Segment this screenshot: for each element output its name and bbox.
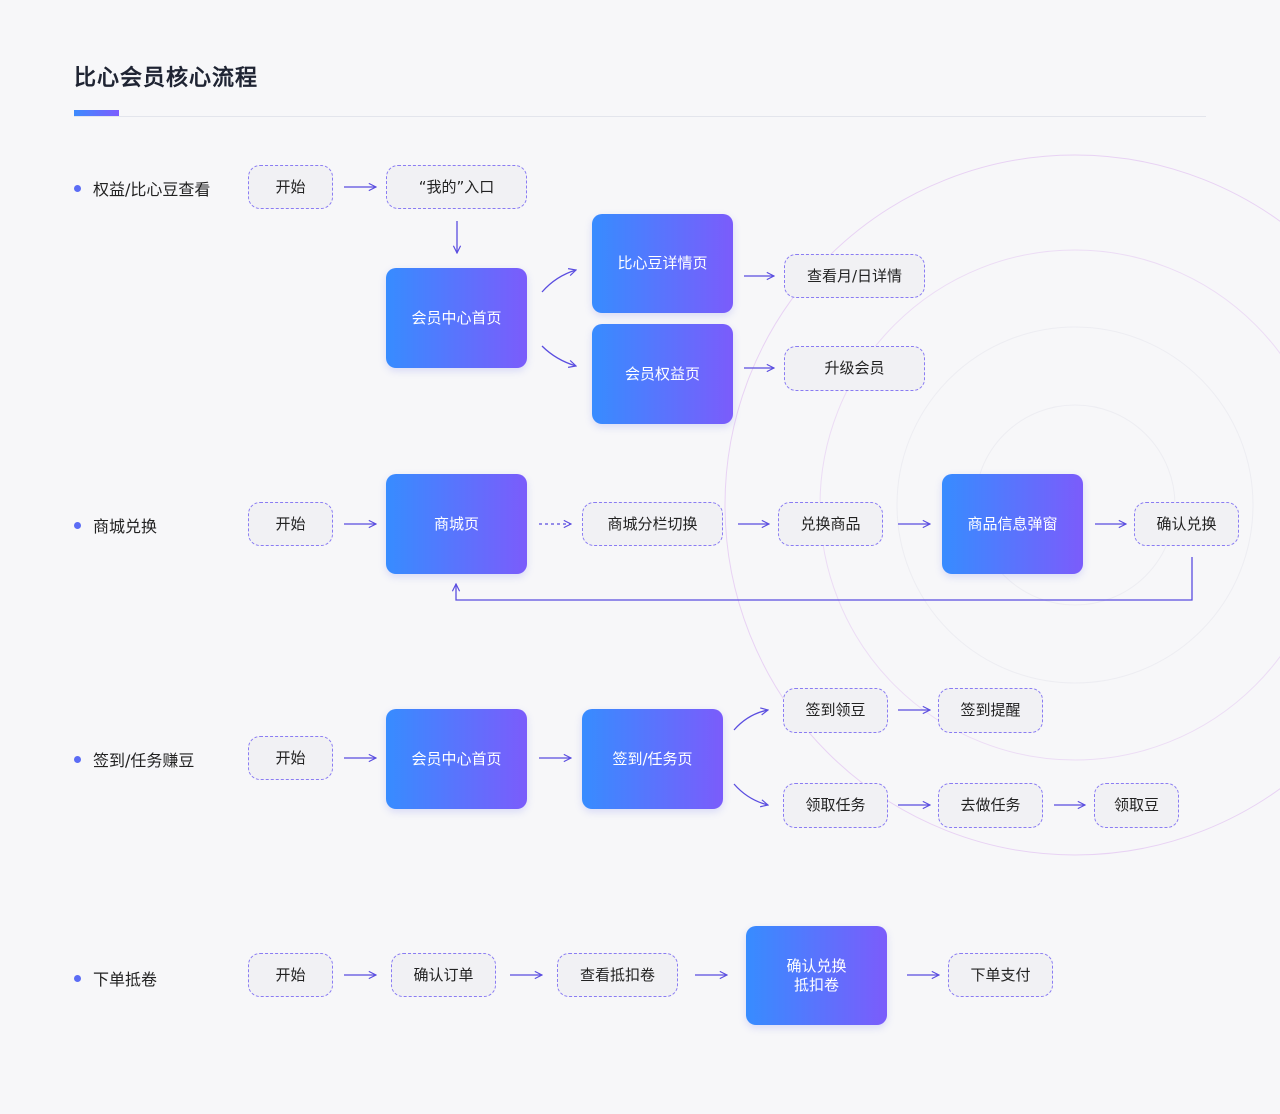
node-r3-start: 开始 [248,736,333,780]
arrow-r1-home-rights [541,345,576,366]
node-r2-mall-page: 商城页 [386,474,527,574]
node-r3-sign-remind: 签到提醒 [938,688,1043,733]
node-r4-confirm-coupon: 确认兑换 抵扣卷 [746,926,887,1025]
node-r2-exchange-goods: 兑换商品 [778,502,883,546]
node-r2-goods-popup: 商品信息弹窗 [942,474,1083,574]
node-r1-my-entry: “我的”入口 [386,165,527,209]
node-r2-confirm-exchange: 确认兑换 [1134,502,1239,546]
node-r3-get-bean: 领取豆 [1094,783,1179,828]
arrow-r3-sign-gettask [733,783,768,805]
node-r3-sign-bean: 签到领豆 [783,688,888,733]
node-r3-get-task: 领取任务 [783,783,888,828]
node-r4-confirm-order: 确认订单 [391,953,496,997]
node-r4-view-coupon: 查看抵扣卷 [557,953,678,997]
flow-connectors [344,0,1193,1114]
node-r1-member-rights: 会员权益页 [592,324,733,424]
arrow-r1-home-detail [541,270,576,293]
node-r3-sign-task-page: 签到/任务页 [582,709,723,809]
node-r2-tab-switch: 商城分栏切换 [582,502,723,546]
node-r3-do-task: 去做任务 [938,783,1043,828]
node-r1-start: 开始 [248,165,333,209]
node-r1-month-day-detail: 查看月/日详情 [784,254,925,298]
node-r4-place-order-pay: 下单支付 [948,953,1053,997]
node-r4-start: 开始 [248,953,333,997]
node-r3-member-home: 会员中心首页 [386,709,527,809]
arrow-r3-sign-bean [733,710,768,731]
node-r1-bean-detail: 比心豆详情页 [592,214,733,313]
node-r2-start: 开始 [248,502,333,546]
node-r1-upgrade-member: 升级会员 [784,346,925,391]
node-r1-member-home: 会员中心首页 [386,268,527,368]
